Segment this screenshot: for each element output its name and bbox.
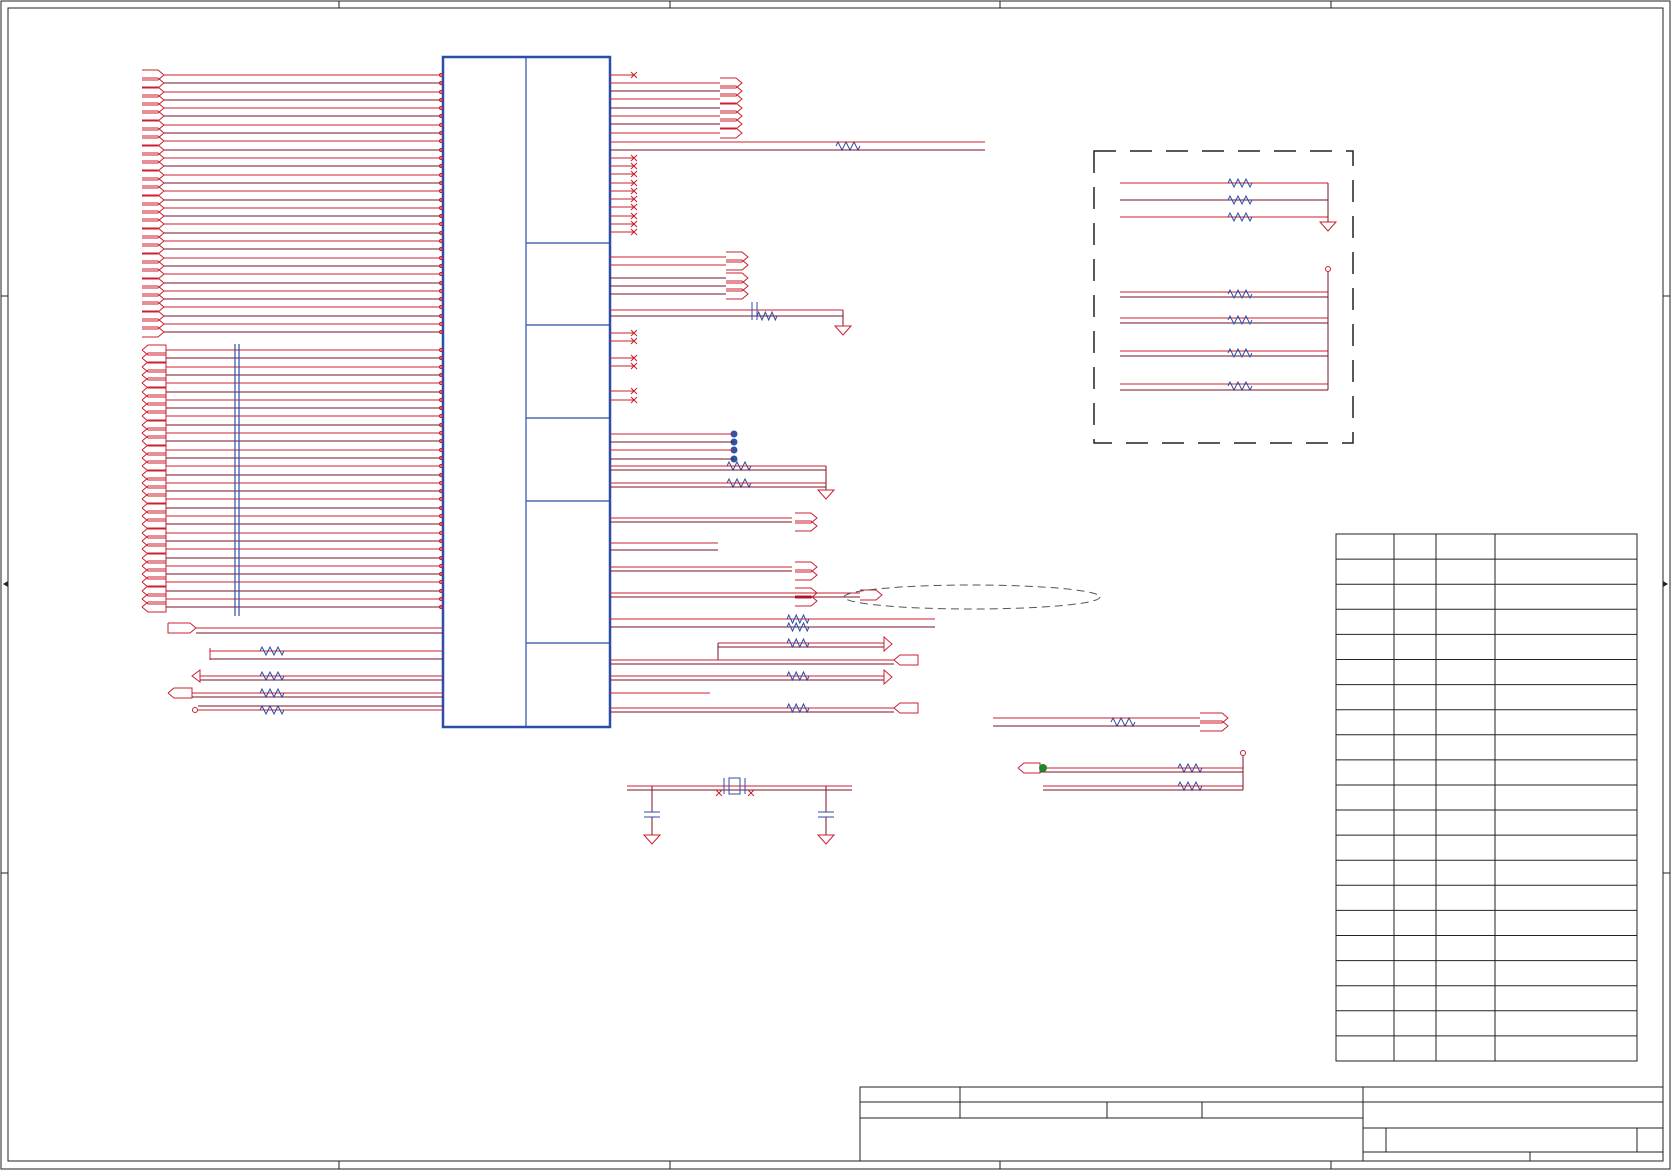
resistor-symbol: [786, 613, 810, 625]
pin-dot: [1325, 266, 1331, 272]
left-misc-nets: [167, 622, 443, 713]
table-border: [1335, 533, 1638, 1062]
port-symbol: [893, 654, 919, 666]
main-ic: [441, 55, 612, 729]
net-top-long: [610, 141, 985, 151]
schematic-canvas: [0, 0, 1671, 1170]
port-symbol: [860, 589, 883, 601]
frame-arrow-left: [3, 581, 8, 587]
resistor-symbol: [259, 670, 285, 682]
right-lower-ports: [795, 512, 919, 714]
resistor-symbol: [1227, 177, 1253, 189]
junction-dots: [730, 430, 738, 463]
no-connect-marks: [610, 71, 638, 404]
resistor-symbol: [259, 645, 285, 657]
frame-arrow-right: [1663, 581, 1668, 587]
resistor-symbol: [786, 670, 810, 682]
resistor-symbol: [1227, 211, 1253, 223]
right-isolated-nets: [993, 712, 1246, 791]
resistor-symbol: [786, 637, 810, 649]
bus-bar: [234, 344, 240, 616]
resistor-symbol: [1227, 194, 1253, 206]
left-bus-wires: [141, 69, 444, 613]
cap-net: [610, 302, 853, 336]
ground-symbol: [1318, 221, 1338, 232]
dashed-ellipse: [843, 584, 1101, 610]
right-nets-ports: [610, 77, 861, 489]
resistor-symbol: [259, 687, 285, 699]
resistor-symbol: [835, 140, 861, 152]
junction-wires: [610, 433, 836, 500]
crystal-circuit: [627, 777, 852, 845]
junction-green: [1039, 764, 1047, 772]
port-symbol: [893, 702, 919, 714]
dashed-box-nets: [1120, 177, 1338, 392]
right-lower-nets: [610, 517, 935, 713]
right-resistors: [786, 613, 1203, 792]
title-block: [859, 1086, 1664, 1162]
resistor-symbol: [259, 704, 285, 716]
resistor-symbol: [1110, 716, 1136, 728]
resistor-symbol: [1227, 380, 1253, 392]
revision-table: [1335, 533, 1638, 1062]
resistor-symbol: [786, 621, 810, 633]
schematic-sheet: [0, 0, 1671, 1170]
resistor-symbol: [786, 702, 810, 714]
sheet-frame: [0, 0, 1671, 1170]
